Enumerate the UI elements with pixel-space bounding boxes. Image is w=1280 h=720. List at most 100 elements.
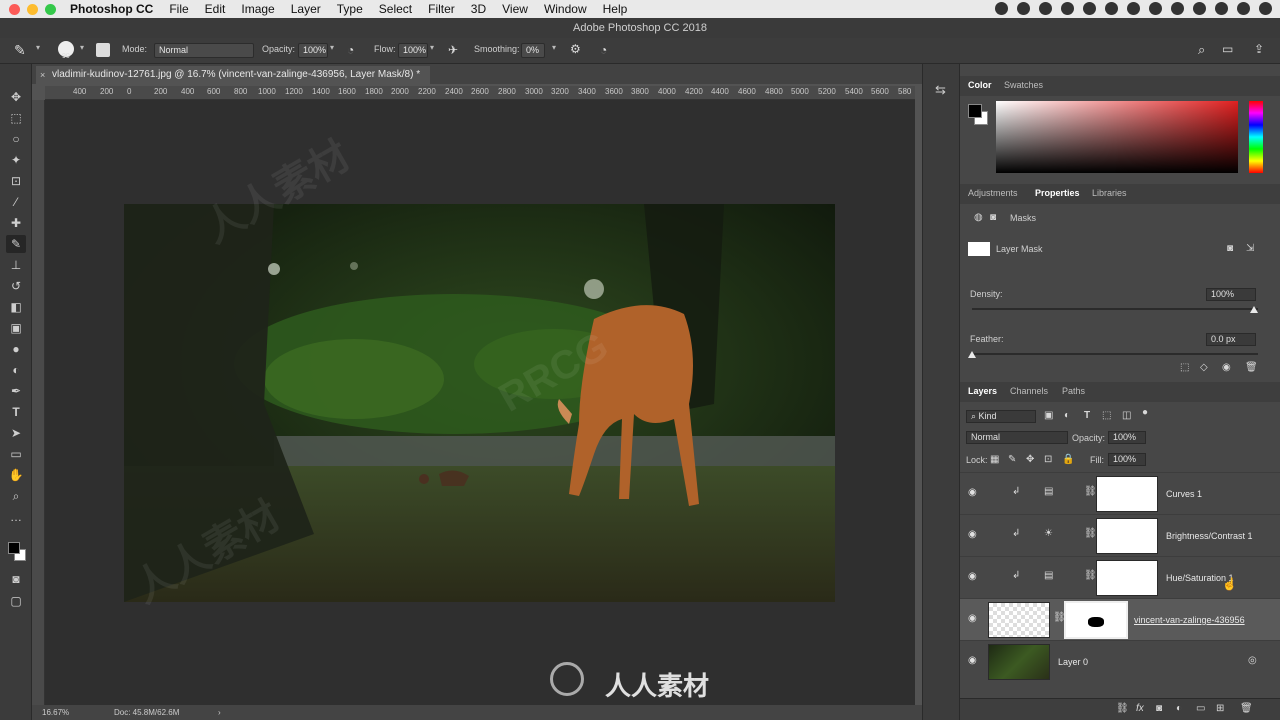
chevron-right-icon[interactable]: ›: [218, 708, 221, 717]
select-mask-icon[interactable]: ◙: [1227, 243, 1233, 254]
zoom-window-button[interactable]: [45, 3, 56, 15]
layer-thumbnail[interactable]: [988, 644, 1050, 680]
status-icon[interactable]: [1039, 2, 1052, 15]
group-icon[interactable]: ▭: [1196, 703, 1205, 714]
tab-adjustments[interactable]: Adjustments: [968, 188, 1018, 198]
pressure-size-icon[interactable]: ◔: [600, 43, 607, 57]
layer-thumbnail[interactable]: [988, 602, 1050, 638]
quick-mask-icon[interactable]: ◙: [6, 570, 26, 588]
feather-field[interactable]: 0.0 px: [1206, 333, 1256, 346]
tab-libraries[interactable]: Libraries: [1092, 188, 1127, 198]
history-panel-icon[interactable]: ⇆: [935, 82, 946, 98]
menu-select[interactable]: Select: [379, 2, 412, 16]
pen-tool-icon[interactable]: ✒: [6, 382, 26, 400]
chevron-down-icon[interactable]: ▾: [36, 43, 40, 52]
menu-file[interactable]: File: [169, 2, 188, 16]
workspace-icon[interactable]: ▭: [1222, 42, 1233, 56]
density-slider-thumb[interactable]: [1250, 306, 1258, 313]
eyedropper-tool-icon[interactable]: ⁄: [6, 193, 26, 211]
blend-mode-select[interactable]: Normal: [966, 431, 1068, 444]
lock-artboard-icon[interactable]: ⊡: [1044, 454, 1052, 465]
gear-icon[interactable]: ⚙: [570, 42, 581, 56]
layer-row-layer-0[interactable]: ◉ Layer 0 ◎: [960, 640, 1280, 682]
trash-icon[interactable]: 🗑: [1240, 703, 1253, 714]
smart-object-filter-icon[interactable]: ◫: [1122, 410, 1131, 421]
pixel-filter-icon[interactable]: ▣: [1044, 410, 1053, 421]
lock-all-icon[interactable]: 🔒: [1062, 454, 1074, 465]
trash-icon[interactable]: 🗑: [1245, 362, 1258, 373]
layer-kind-filter[interactable]: ⌕ Kind: [966, 410, 1036, 423]
notification-icon[interactable]: [1259, 2, 1272, 15]
eraser-tool-icon[interactable]: ◧: [6, 298, 26, 316]
layer-name[interactable]: vincent-van-zalinge-436956: [1134, 615, 1245, 625]
foreground-color-swatch[interactable]: [968, 104, 982, 118]
layer-name[interactable]: Curves 1: [1166, 489, 1202, 499]
mode-select[interactable]: Normal: [154, 43, 254, 58]
stamp-tool-icon[interactable]: ⊥: [6, 256, 26, 274]
lock-pixels-icon[interactable]: ✎: [1008, 454, 1016, 465]
lock-transparent-icon[interactable]: ▦: [990, 454, 999, 465]
status-icon[interactable]: [1105, 2, 1118, 15]
blur-tool-icon[interactable]: ●: [6, 340, 26, 358]
pixel-mask-icon[interactable]: ◍: [974, 212, 983, 223]
vertical-ruler[interactable]: [32, 100, 45, 705]
eye-icon[interactable]: ◉: [968, 529, 977, 540]
layer-style-icon[interactable]: fx: [1136, 703, 1144, 714]
hue-slider[interactable]: [1249, 101, 1263, 173]
screen-mode-icon[interactable]: ▢: [6, 592, 26, 610]
menu-filter[interactable]: Filter: [428, 2, 455, 16]
eye-icon[interactable]: ◉: [968, 487, 977, 498]
airbrush-icon[interactable]: ✈: [448, 43, 458, 57]
zoom-level[interactable]: 16.67%: [42, 708, 69, 717]
layer-opacity-field[interactable]: 100%: [1108, 431, 1146, 444]
dodge-tool-icon[interactable]: ◐: [6, 361, 26, 379]
eye-icon[interactable]: ◉: [968, 613, 977, 624]
link-icon[interactable]: ⛓: [1084, 528, 1097, 539]
fill-field[interactable]: 100%: [1108, 453, 1146, 466]
menu-3d[interactable]: 3D: [471, 2, 486, 16]
layer-mask-thumbnail[interactable]: [1096, 560, 1158, 596]
layer-mask-thumbnail[interactable]: [1096, 518, 1158, 554]
close-window-button[interactable]: [9, 3, 20, 15]
type-tool-icon[interactable]: T: [6, 403, 26, 421]
path-select-tool-icon[interactable]: ➤: [6, 424, 26, 442]
doc-size-info[interactable]: Doc: 45.8M/62.6M: [114, 708, 179, 717]
marquee-tool-icon[interactable]: ⬚: [6, 109, 26, 127]
tab-properties[interactable]: Properties: [1035, 188, 1080, 198]
eye-icon[interactable]: ◉: [968, 655, 977, 666]
color-field[interactable]: [996, 101, 1238, 173]
horizontal-ruler[interactable]: 400 200 0 200 400 600 800 1000 1200 1400…: [45, 86, 915, 100]
menu-window[interactable]: Window: [544, 2, 587, 16]
adjustment-layer-icon[interactable]: ◐: [1176, 703, 1182, 714]
feather-slider[interactable]: [972, 353, 1258, 355]
zoom-tool-icon[interactable]: ⌕: [6, 487, 26, 505]
eye-icon[interactable]: ◉: [1222, 362, 1231, 373]
density-field[interactable]: 100%: [1206, 288, 1256, 301]
menu-view[interactable]: View: [502, 2, 528, 16]
link-icon[interactable]: ⛓: [1084, 486, 1097, 497]
volume-icon[interactable]: [1171, 2, 1184, 15]
type-filter-icon[interactable]: T: [1084, 410, 1090, 421]
share-icon[interactable]: ⇪: [1254, 42, 1264, 56]
minimize-window-button[interactable]: [27, 3, 38, 15]
filter-toggle-icon[interactable]: ●: [1142, 407, 1148, 418]
lock-position-icon[interactable]: ✥: [1026, 454, 1034, 465]
brush-settings-icon[interactable]: [96, 43, 110, 57]
brush-tool-icon[interactable]: ✎: [14, 42, 26, 59]
spotlight-icon[interactable]: [1215, 2, 1228, 15]
tab-layers[interactable]: Layers: [968, 386, 997, 396]
pressure-opacity-icon[interactable]: ◔: [347, 43, 354, 57]
status-icon[interactable]: [1017, 2, 1030, 15]
crop-tool-icon[interactable]: ⊡: [6, 172, 26, 190]
smart-filter-icon[interactable]: ◎: [1248, 655, 1257, 666]
chevron-down-icon[interactable]: ▾: [330, 43, 334, 52]
layer-row-vincent[interactable]: ◉ ⛓ vincent-van-zalinge-436956: [960, 598, 1280, 640]
status-icon[interactable]: [1083, 2, 1096, 15]
wifi-icon[interactable]: [1149, 2, 1162, 15]
density-slider[interactable]: [972, 308, 1258, 310]
brush-tool-icon[interactable]: ✎: [6, 235, 26, 253]
eye-icon[interactable]: ◉: [968, 571, 977, 582]
tab-color[interactable]: Color: [968, 80, 992, 90]
clock-icon[interactable]: [1193, 2, 1206, 15]
tab-swatches[interactable]: Swatches: [1004, 80, 1043, 90]
